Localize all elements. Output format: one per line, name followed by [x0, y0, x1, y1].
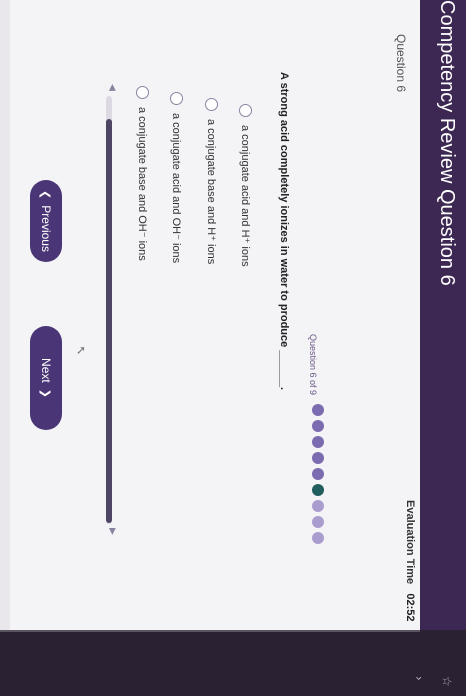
radio-button-3[interactable] — [170, 92, 184, 105]
chevron-icon: › — [412, 676, 426, 681]
chevron-right-icon: ❯ — [39, 388, 53, 398]
progress-dot-4 — [312, 452, 324, 464]
progress-dot-5 — [312, 468, 324, 480]
panel-bottom-strip — [0, 0, 10, 630]
page-title: Competency Review Question 6 — [436, 0, 458, 286]
scrollbar-thumb[interactable] — [106, 118, 112, 523]
question-text: A strong acid completely ionizes in wate… — [278, 72, 290, 391]
answer-option-text: a conjugate acid and H⁺ ions — [239, 125, 252, 267]
star-icon: ☆ — [440, 676, 454, 687]
evaluation-timer: Evaluation Time 02:52 — [404, 500, 416, 621]
answer-option-1[interactable]: a conjugate acid and H⁺ ions — [236, 104, 256, 267]
answer-option-text: a conjugate acid and OH⁻ ions — [170, 113, 183, 264]
radio-button-1[interactable] — [239, 104, 253, 117]
answer-option-2[interactable]: a conjugate base and H⁺ ions — [202, 98, 222, 264]
radio-button-2[interactable] — [205, 98, 219, 111]
scroll-right-arrow-icon[interactable]: ▶ — [107, 528, 117, 535]
scroll-left-arrow-icon[interactable]: ◀ — [107, 84, 117, 91]
progress-dot-1 — [312, 404, 324, 416]
progress-dot-7 — [312, 500, 324, 512]
question-label: Question 6 — [394, 34, 408, 93]
question-progress-dots — [312, 404, 324, 544]
progress-dot-9 — [312, 532, 324, 544]
chevron-left-icon: ❮ — [39, 190, 53, 200]
evaluation-timer-label: Evaluation Time — [404, 500, 416, 585]
radio-button-4[interactable] — [136, 86, 150, 99]
answer-option-4[interactable]: a conjugate base and OH⁻ ions — [133, 86, 153, 261]
progress-dot-6 — [312, 484, 324, 496]
answer-option-text: a conjugate base and H⁺ ions — [205, 119, 218, 265]
question-panel — [0, 0, 420, 630]
answer-option-text: a conjugate base and OH⁻ ions — [136, 107, 149, 261]
mouse-cursor-icon: ➚ — [75, 343, 87, 358]
evaluation-timer-value: 02:52 — [404, 593, 416, 622]
progress-dot-3 — [312, 436, 324, 448]
horizontal-scrollbar[interactable] — [106, 96, 112, 524]
previous-button[interactable]: ❮ Previous — [30, 180, 62, 262]
answer-option-3[interactable]: a conjugate acid and OH⁻ ions — [167, 92, 187, 263]
photo-frame: Competency Review Question 6 Question 6 … — [0, 0, 466, 696]
progress-dot-8 — [312, 516, 324, 528]
device-frame-edge: ☆ › — [0, 630, 466, 696]
app-header: Competency Review Question 6 — [420, 0, 466, 696]
rotated-screen: Competency Review Question 6 Question 6 … — [0, 0, 466, 696]
next-button-label: Next — [39, 358, 53, 383]
progress-dot-2 — [312, 420, 324, 432]
previous-button-label: Previous — [39, 205, 53, 252]
next-button[interactable]: Next ❯ — [30, 326, 62, 430]
question-progress-text: Question 6 of 9 — [308, 334, 318, 396]
frame-divider — [0, 630, 420, 632]
